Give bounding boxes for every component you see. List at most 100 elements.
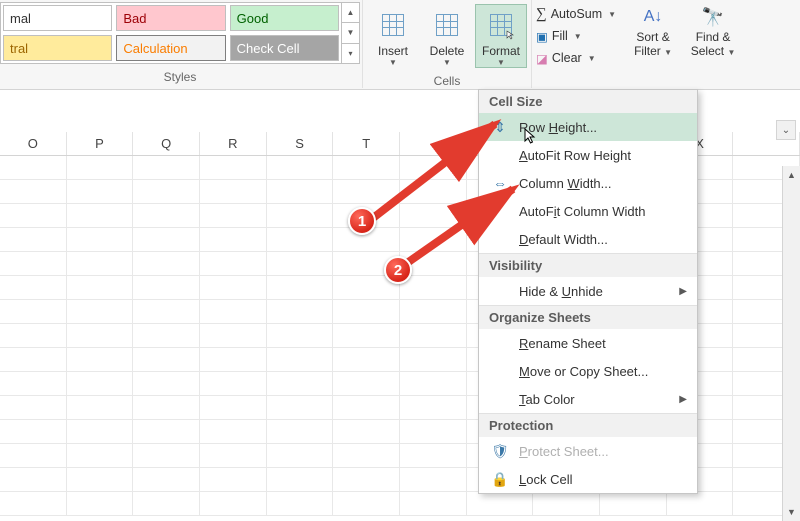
column-width-icon: ⇔: [491, 174, 509, 192]
menu-item-label: Lock Cell: [519, 472, 572, 487]
menu-move-copy-sheet[interactable]: Move or Copy Sheet...: [479, 357, 697, 385]
menu-hide-unhide[interactable]: Hide & Unhide ▶: [479, 277, 697, 305]
menu-header-organize-sheets: Organize Sheets: [479, 305, 697, 329]
menu-default-width[interactable]: Default Width...: [479, 225, 697, 253]
dropdown-icon: ▼: [574, 32, 582, 41]
column-header[interactable]: O: [0, 132, 67, 155]
mouse-cursor-icon: [524, 128, 538, 146]
dropdown-icon: ▼: [608, 10, 616, 19]
menu-item-label: Rename Sheet: [519, 336, 606, 351]
submenu-arrow-icon: ▶: [679, 286, 687, 297]
formula-bar-expand-icon[interactable]: ⌄: [776, 120, 796, 140]
menu-header-protection: Protection: [479, 413, 697, 437]
find-select-label-2: Select: [691, 44, 724, 58]
dropdown-icon: ▼: [588, 54, 596, 63]
format-label: Format: [482, 44, 520, 58]
blank-icon: [491, 146, 509, 164]
menu-item-label: Protect Sheet...: [519, 444, 609, 459]
cells-group-label: Cells: [434, 68, 461, 88]
menu-row-height[interactable]: ⇕ Row Height...: [479, 113, 697, 141]
blank-icon: [491, 334, 509, 352]
binoculars-icon: 🔭: [702, 4, 724, 30]
menu-header-cell-size: Cell Size: [479, 90, 697, 113]
scroll-down-icon[interactable]: ▼: [783, 503, 800, 521]
clear-label: Clear: [552, 51, 582, 65]
column-header[interactable]: Q: [133, 132, 200, 155]
protect-sheet-icon: 🛡: [491, 442, 509, 460]
format-button[interactable]: Format ▼: [475, 4, 527, 68]
menu-item-label: Column Width...: [519, 176, 612, 191]
fill-button[interactable]: ▣ Fill ▼: [536, 26, 616, 46]
cells-group: Insert ▼ Delete ▼ Format ▼ Cells: [362, 0, 532, 88]
column-header[interactable]: [400, 132, 467, 155]
find-select-button[interactable]: 🔭 Find & Select ▼: [690, 4, 736, 58]
sort-filter-button[interactable]: A↓ Sort & Filter ▼: [630, 4, 676, 58]
menu-item-label: AutoFit Row Height: [519, 148, 631, 163]
menu-item-label: AutoFit Column Width: [519, 204, 645, 219]
dropdown-icon: ▼: [497, 58, 505, 67]
menu-lock-cell[interactable]: 🔒 Lock Cell: [479, 465, 697, 493]
sort-filter-label-2: Filter: [634, 44, 661, 58]
fill-label: Fill: [552, 29, 568, 43]
menu-tab-color[interactable]: Tab Color ▶: [479, 385, 697, 413]
style-normal[interactable]: mal: [3, 5, 112, 31]
menu-header-visibility: Visibility: [479, 253, 697, 277]
row-height-icon: ⇕: [491, 118, 509, 136]
ribbon: mal Bad Good tral Calculation Check Cell…: [0, 0, 800, 90]
menu-rename-sheet[interactable]: Rename Sheet: [479, 329, 697, 357]
menu-protect-sheet[interactable]: 🛡 Protect Sheet...: [479, 437, 697, 465]
blank-icon: [491, 282, 509, 300]
autosum-button[interactable]: ∑ AutoSum ▼: [536, 4, 616, 24]
eraser-icon: ◪: [536, 51, 548, 66]
blank-icon: [491, 362, 509, 380]
editing-group: ∑ AutoSum ▼ ▣ Fill ▼ ◪ Clear ▼ A↓ Sort & Filte…: [532, 0, 740, 68]
blank-icon: [491, 390, 509, 408]
insert-cells-icon: [382, 14, 404, 36]
style-good[interactable]: Good: [230, 5, 339, 31]
menu-autofit-column-width[interactable]: AutoFit Column Width: [479, 197, 697, 225]
annotation-badge-1: 1: [348, 207, 376, 235]
scroll-up-icon[interactable]: ▲: [783, 166, 800, 184]
annotation-badge-2: 2: [384, 256, 412, 284]
insert-button[interactable]: Insert ▼: [367, 4, 419, 68]
dropdown-icon: ▼: [443, 58, 451, 67]
format-dropdown-menu: Cell Size ⇕ Row Height... AutoFit Row He…: [478, 89, 698, 494]
style-check-cell[interactable]: Check Cell: [230, 35, 339, 61]
menu-item-label: Move or Copy Sheet...: [519, 364, 648, 379]
style-gallery-down-icon[interactable]: ▼: [342, 23, 359, 43]
autosum-label: AutoSum: [551, 7, 602, 21]
column-header[interactable]: R: [200, 132, 267, 155]
blank-icon: [491, 230, 509, 248]
submenu-arrow-icon: ▶: [679, 394, 687, 405]
sigma-icon: ∑: [536, 6, 547, 23]
dropdown-icon: ▼: [664, 48, 672, 57]
sort-filter-icon: A↓: [644, 4, 663, 30]
insert-label: Insert: [378, 44, 408, 58]
column-header[interactable]: P: [67, 132, 134, 155]
delete-button[interactable]: Delete ▼: [421, 4, 473, 68]
clear-button[interactable]: ◪ Clear ▼: [536, 48, 616, 68]
dropdown-icon: ▼: [389, 58, 397, 67]
style-gallery-more-icon[interactable]: ▾: [342, 44, 359, 63]
menu-column-width[interactable]: ⇔ Column Width...: [479, 169, 697, 197]
style-gallery-up-icon[interactable]: ▲: [342, 3, 359, 23]
blank-icon: [491, 202, 509, 220]
menu-item-label: Tab Color: [519, 392, 575, 407]
menu-item-label: Hide & Unhide: [519, 284, 603, 299]
column-header[interactable]: T: [333, 132, 400, 155]
fill-down-icon: ▣: [536, 29, 548, 44]
style-neutral[interactable]: tral: [3, 35, 112, 61]
dropdown-icon: ▼: [727, 48, 735, 57]
styles-group-label: Styles: [0, 64, 360, 84]
column-header[interactable]: S: [267, 132, 334, 155]
menu-autofit-row-height[interactable]: AutoFit Row Height: [479, 141, 697, 169]
menu-item-label: Default Width...: [519, 232, 608, 247]
delete-cells-icon: [436, 14, 458, 36]
format-cells-icon: [490, 14, 512, 36]
styles-gallery-spinner[interactable]: ▲ ▼ ▾: [341, 3, 359, 63]
style-calculation[interactable]: Calculation: [116, 35, 225, 61]
delete-label: Delete: [430, 44, 465, 58]
vertical-scrollbar[interactable]: ▲ ▼: [782, 166, 800, 521]
style-bad[interactable]: Bad: [116, 5, 225, 31]
sort-filter-label-1: Sort &: [636, 30, 669, 44]
